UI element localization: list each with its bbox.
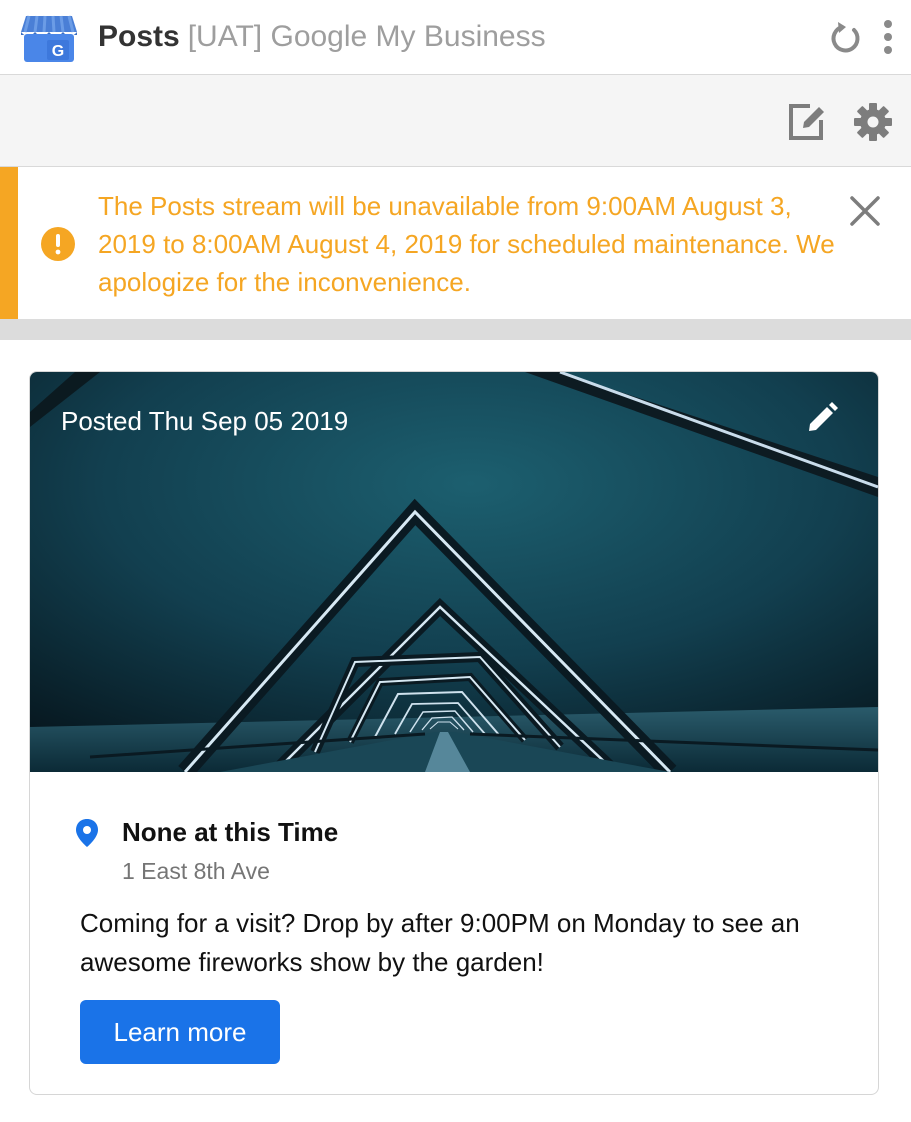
google-my-business-logo: G: [21, 15, 77, 62]
learn-more-button[interactable]: Learn more: [80, 1000, 280, 1064]
maintenance-alert: The Posts stream will be unavailable fro…: [0, 167, 911, 319]
location-address: 1 East 8th Ave: [122, 858, 270, 884]
pencil-icon[interactable]: [806, 402, 838, 434]
more-vertical-icon[interactable]: [878, 18, 898, 56]
svg-text:G: G: [52, 43, 64, 60]
post-date: Posted Thu Sep 05 2019: [61, 406, 349, 436]
location-name: None at this Time: [122, 817, 339, 847]
alert-divider: [0, 319, 911, 340]
post-text: Coming for a visit? Drop by after 9:00PM…: [80, 908, 800, 977]
compose-icon[interactable]: [786, 101, 828, 143]
location-pin-icon: [76, 819, 98, 847]
stream-toolbar: [0, 75, 911, 167]
alert-accent-bar: [0, 167, 18, 319]
alert-message: The Posts stream will be unavailable fro…: [98, 191, 835, 297]
close-icon[interactable]: [848, 194, 882, 228]
stream-account-name: [UAT] Google My Business: [187, 20, 546, 53]
warning-icon: [41, 227, 75, 261]
gear-icon[interactable]: [852, 101, 894, 143]
app-header: G Posts [UAT] Google My Business: [0, 0, 911, 75]
refresh-icon[interactable]: [828, 20, 862, 54]
post-card[interactable]: Posted Thu Sep 05 2019 None at this Time…: [29, 371, 879, 1095]
page-title: Posts: [98, 20, 180, 53]
header-title-group: Posts [UAT] Google My Business: [98, 18, 546, 56]
